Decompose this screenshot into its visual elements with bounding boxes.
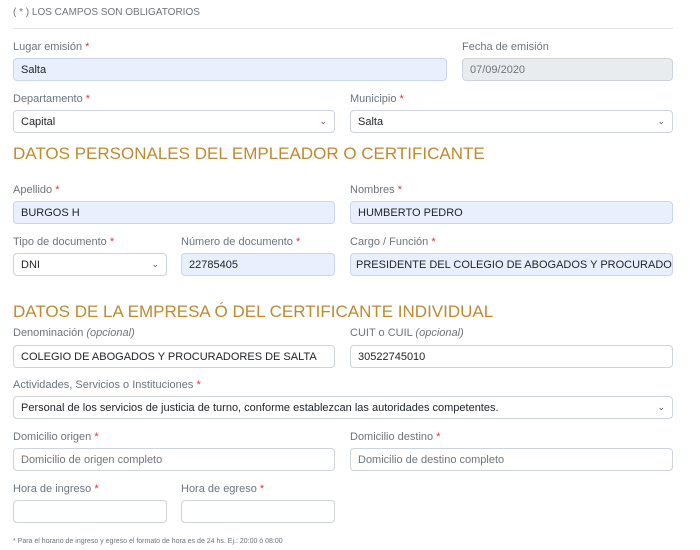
num-doc-label: Número de documento * — [181, 236, 301, 248]
chevron-down-icon: ⌄ — [657, 116, 665, 126]
hora-ingreso-input[interactable] — [13, 500, 167, 523]
cuit-label: CUIT o CUIL (opcional) — [350, 327, 464, 339]
departamento-label: Departamento * — [13, 93, 91, 105]
cuit-input[interactable]: 30522745010 — [350, 345, 673, 368]
nombres-label: Nombres * — [350, 184, 402, 196]
actividades-label: Actividades, Servicios o Instituciones * — [13, 379, 201, 391]
footnote: * Para el horario de ingreso y egreso el… — [13, 538, 283, 545]
apellido-input[interactable]: BURGOS H — [13, 201, 335, 224]
dom-origen-label: Domicilio origen * — [13, 431, 99, 443]
hora-ingreso-label: Hora de ingreso * — [13, 483, 99, 495]
hora-egreso-label: Hora de egreso * — [181, 483, 265, 495]
divider — [13, 28, 673, 29]
chevron-down-icon: ⌄ — [657, 402, 665, 412]
tipo-documento-select[interactable]: DNI ⌄ — [13, 253, 167, 276]
hora-egreso-input[interactable] — [181, 500, 335, 523]
cargo-label: Cargo / Función * — [350, 236, 436, 248]
heading-datos-empresa: DATOS DE LA EMPRESA Ó DEL CERTIFICANTE I… — [13, 302, 494, 321]
chevron-down-icon: ⌄ — [319, 116, 327, 126]
heading-datos-personales: DATOS PERSONALES DEL EMPLEADOR O CERTIFI… — [13, 144, 485, 163]
lugar-emision-input[interactable]: Salta — [13, 58, 447, 81]
domicilio-origen-input[interactable]: Domicilio de origen completo — [13, 448, 335, 471]
dom-destino-label: Domicilio destino * — [350, 431, 441, 443]
apellido-label: Apellido * — [13, 184, 60, 196]
tipo-doc-label: Tipo de documento * — [13, 236, 115, 248]
actividades-select[interactable]: Personal de los servicios de justicia de… — [13, 396, 673, 419]
nombres-input[interactable]: HUMBERTO PEDRO — [350, 201, 673, 224]
numero-documento-input[interactable]: 22785405 — [181, 253, 335, 276]
municipio-label: Municipio * — [350, 93, 404, 105]
cargo-input[interactable]: PRESIDENTE DEL COLEGIO DE ABOGADOS Y PRO… — [350, 253, 673, 276]
chevron-down-icon: ⌄ — [151, 259, 159, 269]
denominacion-label: Denominación (opcional) — [13, 327, 135, 339]
denominacion-input[interactable]: COLEGIO DE ABOGADOS Y PROCURADORES DE SA… — [13, 345, 335, 368]
municipio-select[interactable]: Salta ⌄ — [350, 110, 673, 133]
departamento-select[interactable]: Capital ⌄ — [13, 110, 335, 133]
lugar-label: Lugar emisión * — [13, 41, 90, 53]
required-notice: ( * ) LOS CAMPOS SON OBLIGATORIOS — [13, 7, 200, 18]
domicilio-destino-input[interactable]: Domicilio de destino completo — [350, 448, 673, 471]
fecha-label: Fecha de emisión — [462, 41, 549, 53]
fecha-emision-input: 07/09/2020 — [462, 58, 673, 81]
